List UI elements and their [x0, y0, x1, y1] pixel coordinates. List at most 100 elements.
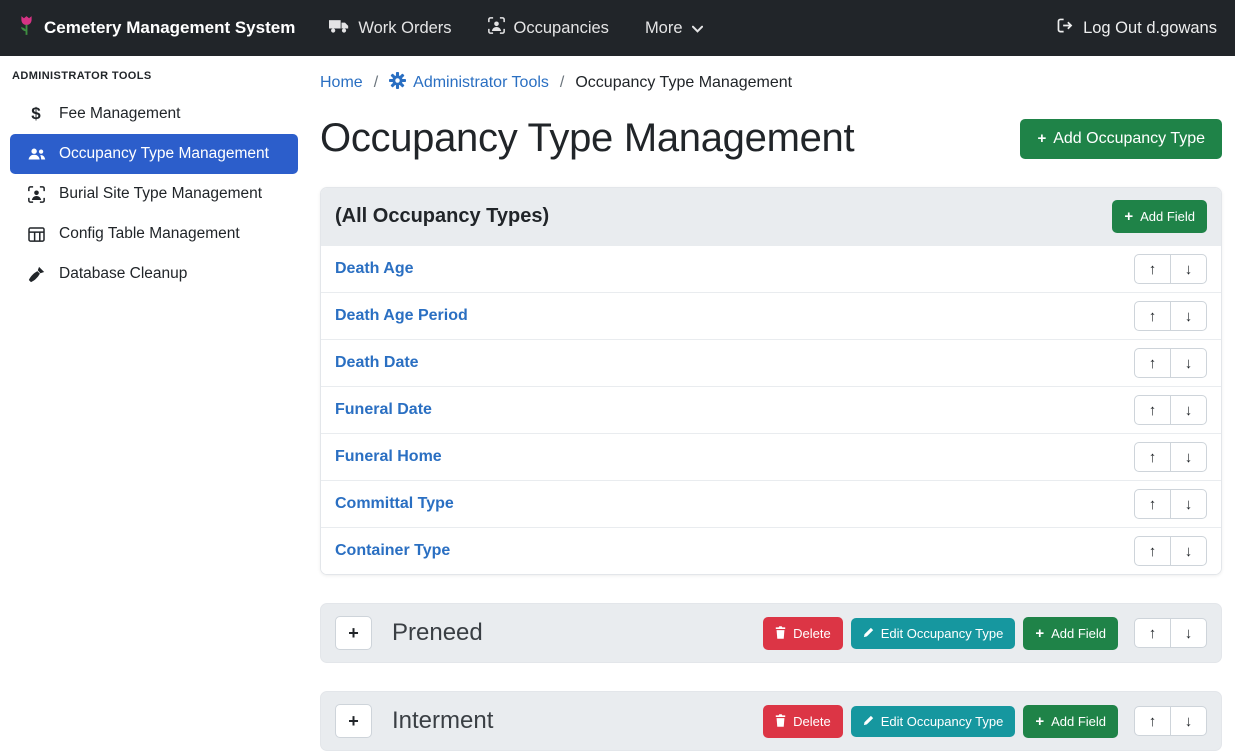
- arrow-down-icon: ↓: [1185, 543, 1193, 560]
- sidebar: ADMINISTRATOR TOOLS $ Fee Management Occ…: [0, 56, 308, 738]
- sidebar-item-burial-site-type-management[interactable]: Burial Site Type Management: [10, 174, 298, 214]
- sidebar-item-fee-management[interactable]: $ Fee Management: [10, 94, 298, 134]
- nav-more-label: More: [645, 19, 683, 38]
- section-title: Preneed: [392, 619, 483, 647]
- sidebar-item-database-cleanup[interactable]: Database Cleanup: [10, 254, 298, 294]
- field-link-container-type[interactable]: Container Type: [335, 542, 450, 560]
- arrow-up-icon: ↑: [1149, 355, 1157, 372]
- plus-icon: +: [1035, 714, 1044, 729]
- reorder-group: ↑ ↓: [1134, 395, 1207, 425]
- reorder-group: ↑ ↓: [1134, 442, 1207, 472]
- arrow-down-icon: ↓: [1185, 402, 1193, 419]
- top-navbar: Cemetery Management System Work Orders: [0, 0, 1235, 56]
- section-title: Interment: [392, 707, 493, 735]
- chevron-down-icon: [692, 19, 703, 38]
- breadcrumb-administrator-tools-link[interactable]: Administrator Tools: [389, 72, 549, 94]
- reorder-group: ↑ ↓: [1134, 301, 1207, 331]
- move-down-button[interactable]: ↓: [1170, 489, 1207, 519]
- edit-occupancy-type-button[interactable]: Edit Occupancy Type: [851, 618, 1016, 649]
- sidebar-item-config-table-management[interactable]: Config Table Management: [10, 214, 298, 254]
- move-down-button[interactable]: ↓: [1170, 536, 1207, 566]
- move-down-button[interactable]: ↓: [1170, 348, 1207, 378]
- arrow-up-icon: ↑: [1149, 496, 1157, 513]
- nav-work-orders-label: Work Orders: [358, 19, 451, 38]
- field-link-committal-type[interactable]: Committal Type: [335, 495, 454, 513]
- arrow-up-icon: ↑: [1149, 261, 1157, 278]
- move-down-button[interactable]: ↓: [1170, 254, 1207, 284]
- field-link-funeral-date[interactable]: Funeral Date: [335, 401, 432, 419]
- nav-occupancies-label: Occupancies: [514, 19, 609, 38]
- add-occupancy-type-button[interactable]: + Add Occupancy Type: [1020, 119, 1222, 159]
- plus-icon: +: [348, 711, 359, 732]
- expand-button[interactable]: +: [335, 704, 372, 738]
- move-down-button[interactable]: ↓: [1170, 442, 1207, 472]
- add-field-button[interactable]: + Add Field: [1023, 617, 1118, 650]
- nav-more[interactable]: More: [645, 19, 703, 38]
- move-down-button[interactable]: ↓: [1170, 706, 1207, 736]
- person-frame-icon: [488, 17, 505, 39]
- move-down-button[interactable]: ↓: [1170, 395, 1207, 425]
- move-up-button[interactable]: ↑: [1134, 301, 1171, 331]
- main-content: Home /: [308, 56, 1235, 738]
- expand-button[interactable]: +: [335, 616, 372, 650]
- main-nav: Work Orders Occupancies More: [329, 17, 702, 39]
- add-field-button[interactable]: + Add Field: [1023, 705, 1118, 738]
- field-row: Death Age Period ↑ ↓: [321, 292, 1221, 339]
- plus-icon: +: [348, 623, 359, 644]
- table-icon: [26, 227, 46, 242]
- plus-icon: +: [1037, 131, 1046, 146]
- sidebar-heading: ADMINISTRATOR TOOLS: [0, 70, 308, 94]
- reorder-group: ↑ ↓: [1134, 536, 1207, 566]
- broom-icon: [26, 266, 46, 283]
- nav-occupancies[interactable]: Occupancies: [488, 17, 609, 39]
- move-up-button[interactable]: ↑: [1134, 395, 1171, 425]
- arrow-down-icon: ↓: [1185, 308, 1193, 325]
- breadcrumb-home-link[interactable]: Home: [320, 74, 363, 92]
- delete-button[interactable]: Delete: [763, 617, 843, 650]
- page-title: Occupancy Type Management: [320, 116, 854, 161]
- logout-icon: [1057, 18, 1074, 38]
- breadcrumb-separator: /: [374, 74, 378, 92]
- field-link-death-age-period[interactable]: Death Age Period: [335, 307, 468, 325]
- sidebar-item-occupancy-type-management[interactable]: Occupancy Type Management: [10, 134, 298, 174]
- nav-work-orders[interactable]: Work Orders: [329, 18, 451, 39]
- arrow-down-icon: ↓: [1185, 496, 1193, 513]
- reorder-group: ↑ ↓: [1134, 618, 1207, 648]
- gear-icon: [389, 72, 406, 94]
- reorder-group: ↑ ↓: [1134, 348, 1207, 378]
- logout-link[interactable]: Log Out d.gowans: [1057, 18, 1217, 38]
- occupancy-type-section-preneed: + Preneed Delete: [320, 603, 1222, 663]
- field-link-death-age[interactable]: Death Age: [335, 260, 414, 278]
- edit-occupancy-type-button[interactable]: Edit Occupancy Type: [851, 706, 1016, 737]
- dollar-icon: $: [26, 104, 46, 124]
- field-row: Container Type ↑ ↓: [321, 527, 1221, 574]
- field-link-funeral-home[interactable]: Funeral Home: [335, 448, 442, 466]
- move-up-button[interactable]: ↑: [1134, 706, 1171, 736]
- reorder-group: ↑ ↓: [1134, 706, 1207, 736]
- arrow-down-icon: ↓: [1185, 355, 1193, 372]
- arrow-down-icon: ↓: [1185, 261, 1193, 278]
- add-field-button[interactable]: + Add Field: [1112, 200, 1207, 233]
- all-occupancy-types-card: (All Occupancy Types) + Add Field Death …: [320, 187, 1222, 575]
- app-brand[interactable]: Cemetery Management System: [18, 14, 295, 42]
- move-up-button[interactable]: ↑: [1134, 442, 1171, 472]
- move-up-button[interactable]: ↑: [1134, 348, 1171, 378]
- field-link-death-date[interactable]: Death Date: [335, 354, 419, 372]
- field-row: Funeral Home ↑ ↓: [321, 433, 1221, 480]
- reorder-group: ↑ ↓: [1134, 489, 1207, 519]
- field-row: Death Date ↑ ↓: [321, 339, 1221, 386]
- reorder-group: ↑ ↓: [1134, 254, 1207, 284]
- move-down-button[interactable]: ↓: [1170, 618, 1207, 648]
- card-title: (All Occupancy Types): [335, 205, 549, 228]
- move-up-button[interactable]: ↑: [1134, 489, 1171, 519]
- field-row: Death Age ↑ ↓: [321, 245, 1221, 292]
- delete-button[interactable]: Delete: [763, 705, 843, 738]
- title-row: Occupancy Type Management + Add Occupanc…: [320, 116, 1222, 161]
- move-down-button[interactable]: ↓: [1170, 301, 1207, 331]
- plus-icon: +: [1035, 626, 1044, 641]
- breadcrumb-current: Occupancy Type Management: [575, 74, 792, 92]
- truck-icon: [329, 18, 349, 39]
- move-up-button[interactable]: ↑: [1134, 254, 1171, 284]
- move-up-button[interactable]: ↑: [1134, 536, 1171, 566]
- move-up-button[interactable]: ↑: [1134, 618, 1171, 648]
